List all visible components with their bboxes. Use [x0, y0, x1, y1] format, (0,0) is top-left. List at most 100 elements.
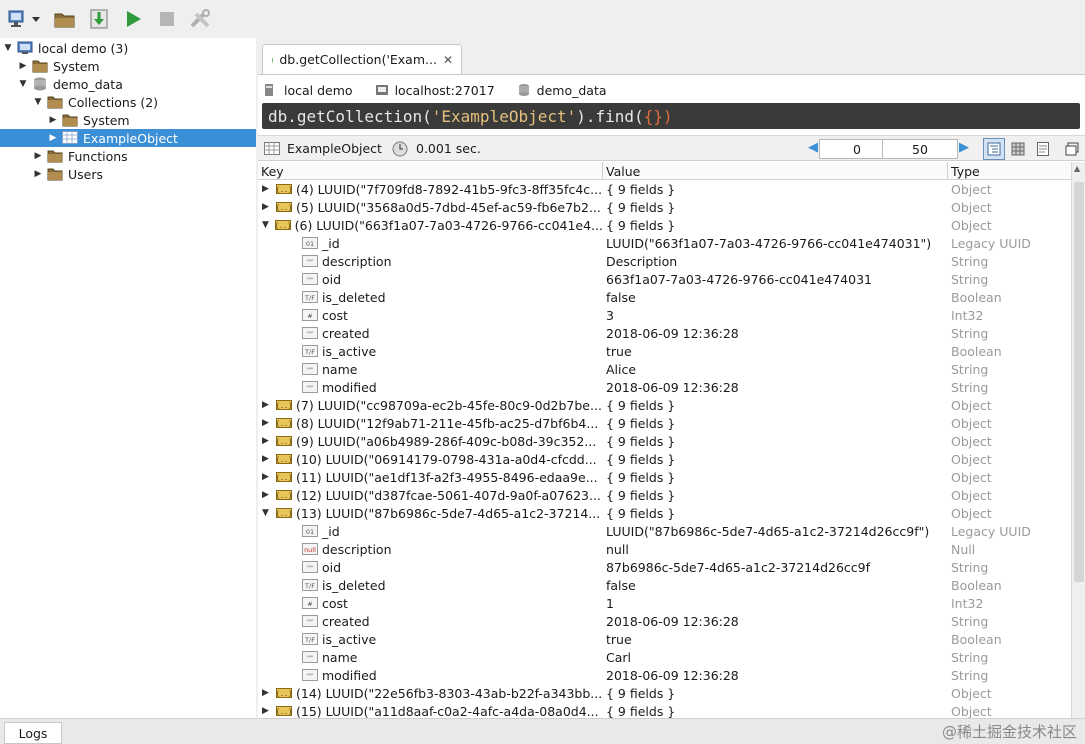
limit-input[interactable]: 50	[882, 139, 958, 159]
str-type-icon: ""	[302, 327, 318, 339]
column-header-type[interactable]: Type	[948, 162, 1071, 180]
expand-right-icon[interactable]: ▶	[32, 151, 44, 161]
expand-right-icon[interactable]: ▶	[262, 400, 276, 410]
vertical-scrollbar[interactable]: ▲	[1071, 162, 1085, 719]
field-row[interactable]: "" name Carl String	[258, 648, 1071, 666]
document-row[interactable]: ▼ {..} (6) LUUID("663f1a07-7a03-4726-9766-…	[258, 216, 1071, 234]
field-row[interactable]: "" created 2018-06-09 12:36:28 String	[258, 324, 1071, 342]
field-row[interactable]: "" description Description String	[258, 252, 1071, 270]
document-row[interactable]: ▶ {..} (14) LUUID("22e56fb3-8303-43ab-b22f…	[258, 684, 1071, 702]
svg-text:"": ""	[307, 258, 313, 266]
tab-query[interactable]: db.getCollection('Exam... ✕	[262, 44, 462, 74]
tree-node[interactable]: ▼ local demo (3)	[2, 39, 129, 57]
open-button[interactable]	[50, 4, 80, 34]
logs-button[interactable]: Logs	[4, 722, 62, 744]
field-row[interactable]: "" modified 2018-06-09 12:36:28 String	[258, 666, 1071, 684]
key-cell: "" created	[258, 324, 603, 342]
field-row[interactable]: T/F is_active true Boolean	[258, 342, 1071, 360]
field-row[interactable]: "" oid 663f1a07-7a03-4726-9766-cc041e47403…	[258, 270, 1071, 288]
key-cell: "" modified	[258, 666, 603, 684]
object-icon: {..}	[276, 471, 292, 483]
document-row[interactable]: ▶ {..} (8) LUUID("12f9ab71-211e-45fb-ac25-…	[258, 414, 1071, 432]
tree-node[interactable]: ▶ Functions	[32, 147, 128, 165]
value-cell: Alice	[606, 361, 637, 377]
key-cell: "" created	[258, 612, 603, 630]
expand-down-icon[interactable]: ▼	[32, 97, 44, 107]
svg-text:01: 01	[306, 528, 314, 536]
type-cell: String	[951, 559, 989, 575]
monitor-icon	[17, 41, 33, 55]
tree-node[interactable]: ▼ Collections (2)	[32, 93, 159, 111]
query-editor[interactable]: db.getCollection('ExampleObject').find({…	[262, 103, 1080, 129]
next-page-icon[interactable]: ▶	[959, 140, 969, 155]
expand-right-icon[interactable]: ▶	[262, 706, 276, 716]
document-row[interactable]: ▶ {..} (7) LUUID("cc98709a-ec2b-45fe-80c9-…	[258, 396, 1071, 414]
expand-right-icon[interactable]: ▶	[47, 133, 59, 143]
expand-right-icon[interactable]: ▶	[32, 169, 44, 179]
expand-right-icon[interactable]: ▶	[262, 454, 276, 464]
expand-down-icon[interactable]: ▼	[262, 508, 276, 518]
tree-node[interactable]: ▶ System	[17, 57, 100, 75]
document-row[interactable]: ▼ {..} (13) LUUID("87b6986c-5de7-4d65-a1c2…	[258, 504, 1071, 522]
field-row[interactable]: "" modified 2018-06-09 12:36:28 String	[258, 378, 1071, 396]
bool-type-icon: T/F	[302, 633, 318, 645]
document-row[interactable]: ▶ {..} (12) LUUID("d387fcae-5061-407d-9a0f…	[258, 486, 1071, 504]
field-row[interactable]: # cost 3 Int32	[258, 306, 1071, 324]
expand-down-icon[interactable]: ▼	[262, 220, 275, 230]
tree-node[interactable]: ▼ demo_data	[17, 75, 123, 93]
scroll-up-icon[interactable]: ▲	[1074, 164, 1080, 173]
expand-right-icon[interactable]: ▶	[262, 202, 276, 212]
expand-right-icon[interactable]: ▶	[262, 688, 276, 698]
field-row[interactable]: "" created 2018-06-09 12:36:28 String	[258, 612, 1071, 630]
document-row[interactable]: ▶ {..} (10) LUUID("06914179-0798-431a-a0d4…	[258, 450, 1071, 468]
type-cell: Object	[951, 433, 992, 449]
stop-button[interactable]	[152, 4, 182, 34]
text-view-button[interactable]	[1033, 139, 1053, 159]
column-header-key[interactable]: Key	[258, 162, 603, 180]
tree-node[interactable]: ▶ System	[47, 111, 130, 129]
field-row[interactable]: "" name Alice String	[258, 360, 1071, 378]
field-row[interactable]: 01 _id LUUID("663f1a07-7a03-4726-9766-cc04…	[258, 234, 1071, 252]
document-row[interactable]: ▶ {..} (15) LUUID("a11d8aaf-c0a2-4afc-a4da…	[258, 702, 1071, 719]
document-row[interactable]: ▶ {..} (11) LUUID("ae1df13f-a2f3-4955-8496…	[258, 468, 1071, 486]
svg-text:T/F: T/F	[304, 636, 315, 644]
expand-right-icon[interactable]: ▶	[262, 490, 276, 500]
maximize-button[interactable]	[1062, 139, 1082, 159]
key-cell: ▶ {..} (9) LUUID("a06b4989-286f-409c-b08d-…	[258, 432, 603, 450]
scrollbar-thumb[interactable]	[1074, 182, 1084, 582]
tree-view-button[interactable]	[983, 138, 1005, 160]
expand-right-icon[interactable]: ▶	[262, 436, 276, 446]
field-row[interactable]: "" oid 87b6986c-5de7-4d65-a1c2-37214d26cc9…	[258, 558, 1071, 576]
field-row[interactable]: T/F is_deleted false Boolean	[258, 576, 1071, 594]
expand-right-icon[interactable]: ▶	[47, 115, 59, 125]
save-button[interactable]	[84, 4, 114, 34]
field-row[interactable]: 01 _id LUUID("87b6986c-5de7-4d65-a1c2-3721…	[258, 522, 1071, 540]
document-row[interactable]: ▶ {..} (4) LUUID("7f709fd8-7892-41b5-9fc3-…	[258, 180, 1071, 198]
tree-node[interactable]: ▶ Users	[32, 165, 103, 183]
type-cell: Object	[951, 487, 992, 503]
connect-button[interactable]	[6, 4, 46, 34]
field-row[interactable]: null description null Null	[258, 540, 1071, 558]
execute-button[interactable]	[118, 4, 148, 34]
expand-right-icon[interactable]: ▶	[262, 472, 276, 482]
type-cell: String	[951, 271, 989, 287]
expand-right-icon[interactable]: ▶	[262, 418, 276, 428]
tools-button[interactable]	[186, 4, 216, 34]
document-row[interactable]: ▶ {..} (9) LUUID("a06b4989-286f-409c-b08d-…	[258, 432, 1071, 450]
field-row[interactable]: T/F is_deleted false Boolean	[258, 288, 1071, 306]
value-cell: 87b6986c-5de7-4d65-a1c2-37214d26cc9f	[606, 559, 871, 575]
type-cell: String	[951, 325, 989, 341]
table-view-button[interactable]	[1008, 139, 1028, 159]
document-row[interactable]: ▶ {..} (5) LUUID("3568a0d5-7dbd-45ef-ac59-…	[258, 198, 1071, 216]
tree-node[interactable]: ▶ ExampleObject	[0, 129, 256, 147]
close-icon[interactable]: ✕	[443, 53, 453, 67]
expand-down-icon[interactable]: ▼	[2, 43, 14, 53]
column-header-value[interactable]: Value	[603, 162, 948, 180]
prev-page-icon[interactable]: ◀	[808, 140, 818, 155]
value-cell: { 9 fields }	[606, 433, 676, 449]
expand-down-icon[interactable]: ▼	[17, 79, 29, 89]
expand-right-icon[interactable]: ▶	[262, 184, 276, 194]
expand-right-icon[interactable]: ▶	[17, 61, 29, 71]
field-row[interactable]: T/F is_active true Boolean	[258, 630, 1071, 648]
field-row[interactable]: # cost 1 Int32	[258, 594, 1071, 612]
